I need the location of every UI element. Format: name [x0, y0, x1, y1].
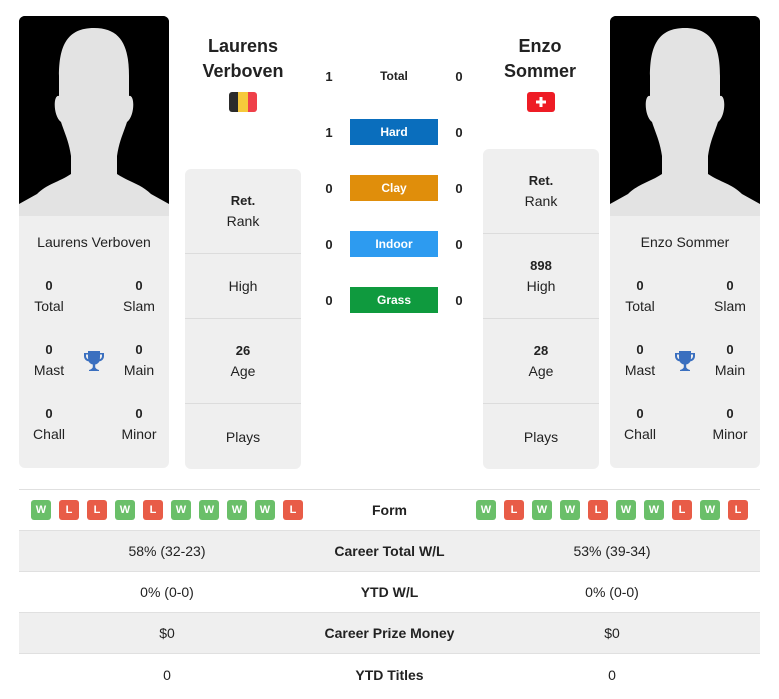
- form-win-badge[interactable]: W: [532, 500, 552, 520]
- form-win-badge[interactable]: W: [255, 500, 275, 520]
- player1-mast-titles: 0 Mast: [33, 342, 65, 378]
- player2-photo: [610, 16, 760, 216]
- h2h-clay-row: 0 Clay 0: [318, 175, 470, 201]
- player1-age: 26 Age: [185, 319, 301, 404]
- player1-form: WLLWLWWWWL: [31, 500, 303, 520]
- player1-main-titles: 0 Main: [123, 342, 155, 378]
- player2-titles-grid: 0 Total 0 Slam 0 Mast 0 Main 0 Chall 0 Minor: [610, 268, 760, 460]
- player1-plays: Plays: [225, 428, 261, 445]
- surface-clay-button[interactable]: Clay: [350, 175, 438, 201]
- silhouette-icon: [19, 16, 169, 216]
- stats-row: 0 YTD Titles 0: [163, 666, 616, 683]
- player1-high: High: [185, 254, 301, 319]
- h2h-total-row: 1 Total 0: [325, 68, 463, 84]
- form-win-badge[interactable]: W: [227, 500, 247, 520]
- player1-name[interactable]: Laurens Verboven: [185, 34, 301, 84]
- silhouette-icon: [610, 16, 760, 216]
- player1-info: Ret. Rank High 26 Age Plays: [185, 169, 301, 469]
- form-loss-badge[interactable]: L: [672, 500, 692, 520]
- form-win-badge[interactable]: W: [31, 500, 51, 520]
- form-win-badge[interactable]: W: [115, 500, 135, 520]
- form-loss-badge[interactable]: L: [59, 500, 79, 520]
- form-row: WLLWLWWWWL Form WLWWLWWLWL: [19, 490, 760, 531]
- form-loss-badge[interactable]: L: [728, 500, 748, 520]
- player2-mast-titles: 0 Mast: [624, 342, 656, 378]
- form-loss-badge[interactable]: L: [588, 500, 608, 520]
- player2-form: WLWWLWWLWL: [476, 500, 748, 520]
- player2-slam-titles: 0 Slam: [714, 278, 746, 314]
- player2-card: Enzo Sommer 0 Total 0 Slam 0 Mast 0 Main 0 Ch…: [610, 216, 760, 468]
- h2h-indoor-row: 0 Indoor 0: [318, 231, 470, 257]
- player2-info: Ret. Rank 898 High 28 Age Plays: [483, 149, 599, 469]
- player2-minor-titles: 0 Minor: [712, 406, 748, 442]
- switzerland-flag-icon: [527, 92, 555, 112]
- surface-grass-button[interactable]: Grass: [350, 287, 438, 313]
- stats-row: 0% (0-0) YTD W/L 0% (0-0): [19, 572, 760, 613]
- player1-total-titles: 0 Total: [34, 278, 64, 314]
- player2-plays: Plays: [523, 428, 559, 445]
- form-loss-badge[interactable]: L: [143, 500, 163, 520]
- form-win-badge[interactable]: W: [644, 500, 664, 520]
- player1-minor-titles: 0 Minor: [121, 406, 157, 442]
- player2-age: 28 Age: [483, 319, 599, 404]
- stats-row: 58% (32-23) Career Total W/L 53% (39-34): [19, 531, 760, 572]
- surface-hard-button[interactable]: Hard: [350, 119, 438, 145]
- player2-main-titles: 0 Main: [714, 342, 746, 378]
- form-win-badge[interactable]: W: [476, 500, 496, 520]
- form-win-badge[interactable]: W: [199, 500, 219, 520]
- form-win-badge[interactable]: W: [171, 500, 191, 520]
- player1-card: Laurens Verboven 0 Total 0 Slam 0 Mast 0 Mai…: [19, 216, 169, 468]
- h2h-hard-row: 1 Hard 0: [318, 119, 470, 145]
- h2h-grass-row: 0 Grass 0: [318, 287, 470, 313]
- form-loss-badge[interactable]: L: [504, 500, 524, 520]
- belgium-flag-icon: [229, 92, 257, 112]
- player1-photo: [19, 16, 169, 216]
- player2-name[interactable]: Enzo Sommer: [482, 34, 598, 84]
- form-loss-badge[interactable]: L: [87, 500, 107, 520]
- player2-total-titles: 0 Total: [625, 278, 655, 314]
- player2-card-name: Enzo Sommer: [640, 234, 730, 250]
- form-win-badge[interactable]: W: [700, 500, 720, 520]
- player1-card-name: Laurens Verboven: [37, 234, 151, 250]
- surface-indoor-button[interactable]: Indoor: [350, 231, 438, 257]
- player1-slam-titles: 0 Slam: [123, 278, 155, 314]
- player1-rank: Ret. Rank: [185, 169, 301, 254]
- form-loss-badge[interactable]: L: [283, 500, 303, 520]
- trophy-icon: [79, 332, 109, 396]
- stats-table: WLLWLWWWWL Form WLWWLWWLWL 58% (32-23) C…: [19, 489, 760, 695]
- form-win-badge[interactable]: W: [560, 500, 580, 520]
- player1-chall-titles: 0 Chall: [33, 406, 65, 442]
- stats-row: $0 Career Prize Money $0: [19, 613, 760, 654]
- player2-rank: Ret. Rank: [483, 149, 599, 234]
- form-win-badge[interactable]: W: [616, 500, 636, 520]
- player2-high: 898 High: [483, 234, 599, 319]
- player1-titles-grid: 0 Total 0 Slam 0 Mast 0 Main 0 Chall 0 Minor: [19, 268, 169, 460]
- trophy-icon: [670, 332, 700, 396]
- player2-chall-titles: 0 Chall: [624, 406, 656, 442]
